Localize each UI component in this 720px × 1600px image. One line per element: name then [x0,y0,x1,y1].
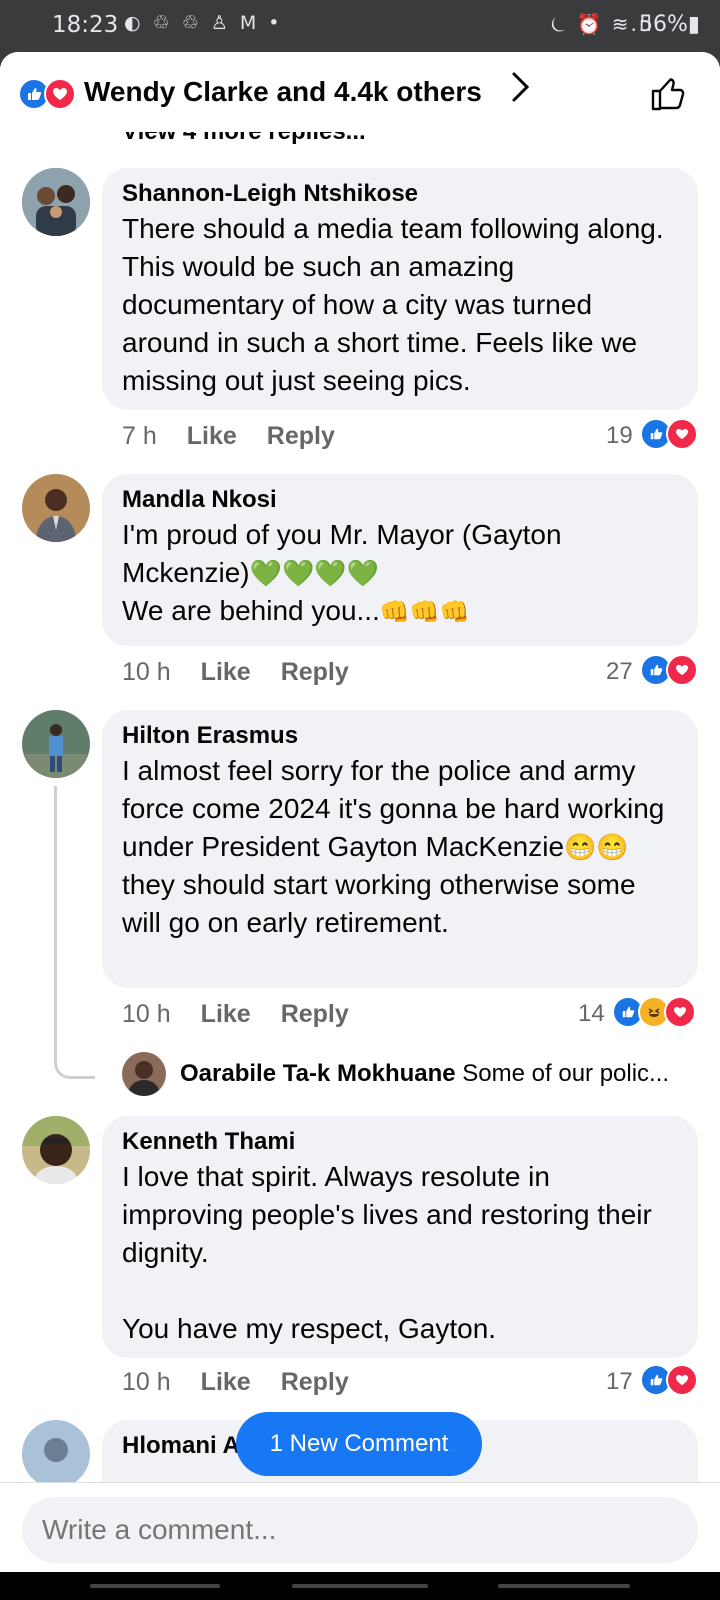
comment-bubble[interactable]: Hilton Erasmus I almost feel sorry for t… [102,710,698,988]
avatar[interactable] [122,1052,166,1096]
comment-bubble[interactable]: Mandla Nkosi I'm proud of you Mr. Mayor … [102,474,698,646]
reactions-title[interactable]: Wendy Clarke and 4.4k others [84,76,482,108]
reply-button[interactable]: Reply [281,1368,349,1396]
love-reaction-icon [666,654,698,686]
commenter-name[interactable]: Kenneth Thami [122,1126,678,1158]
reaction-icons[interactable] [640,1364,700,1396]
comment-actions: 10 h Like Reply [122,1368,379,1397]
reply-preview[interactable]: Oarabile Ta-k Mokhuane Some of our polic… [180,1060,700,1088]
love-reaction-icon [44,78,76,110]
system-nav-bar [0,1572,720,1600]
green-heart-emoji: 💚💚💚💚 [249,558,380,588]
comment-bubble[interactable]: Shannon-Leigh Ntshikose There should a m… [102,168,698,410]
love-reaction-icon [666,1364,698,1396]
like-button[interactable]: Like [201,1368,251,1396]
comment-text: There should a media team following alon… [122,213,664,396]
nav-recents[interactable] [90,1584,220,1588]
reply-author[interactable]: Oarabile Ta-k Mokhuane [180,1060,456,1087]
comment-list[interactable]: View 4 more replies... Shannon-Leigh Nts… [0,52,720,1482]
status-bar: 18:23 ◐ ♲ ♲ ♙ M • ⏾ ⏰ ≋.ıl 56%▮ [0,0,720,54]
commenter-name[interactable]: Mandla Nkosi [122,484,678,516]
reaction-icons[interactable] [640,654,700,686]
status-time: 18:23 [52,12,119,38]
love-reaction-icon [666,418,698,450]
like-button[interactable]: Like [187,422,237,450]
reaction-count[interactable]: 27 [606,658,633,686]
comment-composer [0,1482,720,1572]
avatar[interactable] [22,1116,90,1184]
reply-snippet: Some of our polic... [462,1060,670,1087]
battery-indicator: 56%▮ [638,12,700,37]
comment-time: 10 h [122,658,171,686]
reply-button[interactable]: Reply [281,658,349,686]
comment-input[interactable] [22,1497,698,1563]
reaction-icons[interactable] [612,996,700,1028]
like-button[interactable]: Like [201,658,251,686]
comment-time: 10 h [122,1368,171,1396]
chevron-right-icon[interactable] [510,70,532,113]
reaction-count[interactable]: 17 [606,1368,633,1396]
avatar[interactable] [22,710,90,778]
comment-actions: 10 h Like Reply [122,658,379,687]
comment-text: I'm proud of you Mr. Mayor (Gayton Mcken… [122,516,678,632]
comment-time: 7 h [122,422,157,450]
avatar[interactable] [22,168,90,236]
comments-sheet: Wendy Clarke and 4.4k others View 4 more… [0,52,720,1572]
avatar[interactable] [22,474,90,542]
reaction-icons[interactable] [640,418,700,450]
reply-button[interactable]: Reply [281,1000,349,1028]
reactions-header[interactable]: Wendy Clarke and 4.4k others [0,52,720,132]
comment-text: I love that spirit. Always resolute in i… [122,1161,652,1344]
comment-text-part: We are behind you... [122,595,380,626]
comment-text-part: they should start working otherwise some… [122,869,636,938]
reaction-count[interactable]: 14 [578,1000,605,1028]
comment-actions: 10 h Like Reply [122,1000,379,1029]
comment-time: 10 h [122,1000,171,1028]
comment-text: I almost feel sorry for the police and a… [122,752,678,942]
like-button[interactable]: Like [201,1000,251,1028]
love-reaction-icon [664,996,696,1028]
comment-bubble[interactable]: Kenneth Thami I love that spirit. Always… [102,1116,698,1358]
reaction-summary[interactable] [18,78,78,110]
nav-home[interactable] [292,1584,428,1588]
comment-actions: 7 h Like Reply [122,422,365,451]
commenter-name[interactable]: Hilton Erasmus [122,720,678,752]
thumbs-up-outline-icon[interactable] [650,76,686,112]
reaction-count[interactable]: 19 [606,422,633,450]
thread-line [54,786,95,1079]
avatar[interactable] [22,1420,90,1482]
commenter-name[interactable]: Shannon-Leigh Ntshikose [122,178,678,210]
nav-back[interactable] [498,1584,630,1588]
new-comment-button[interactable]: 1 New Comment [236,1412,482,1476]
grin-emoji: 😁😁 [564,832,629,862]
reply-button[interactable]: Reply [267,422,335,450]
fist-emoji: 👊👊👊 [379,599,470,626]
notification-icons: ◐ ♲ ♲ ♙ M • [124,12,283,34]
